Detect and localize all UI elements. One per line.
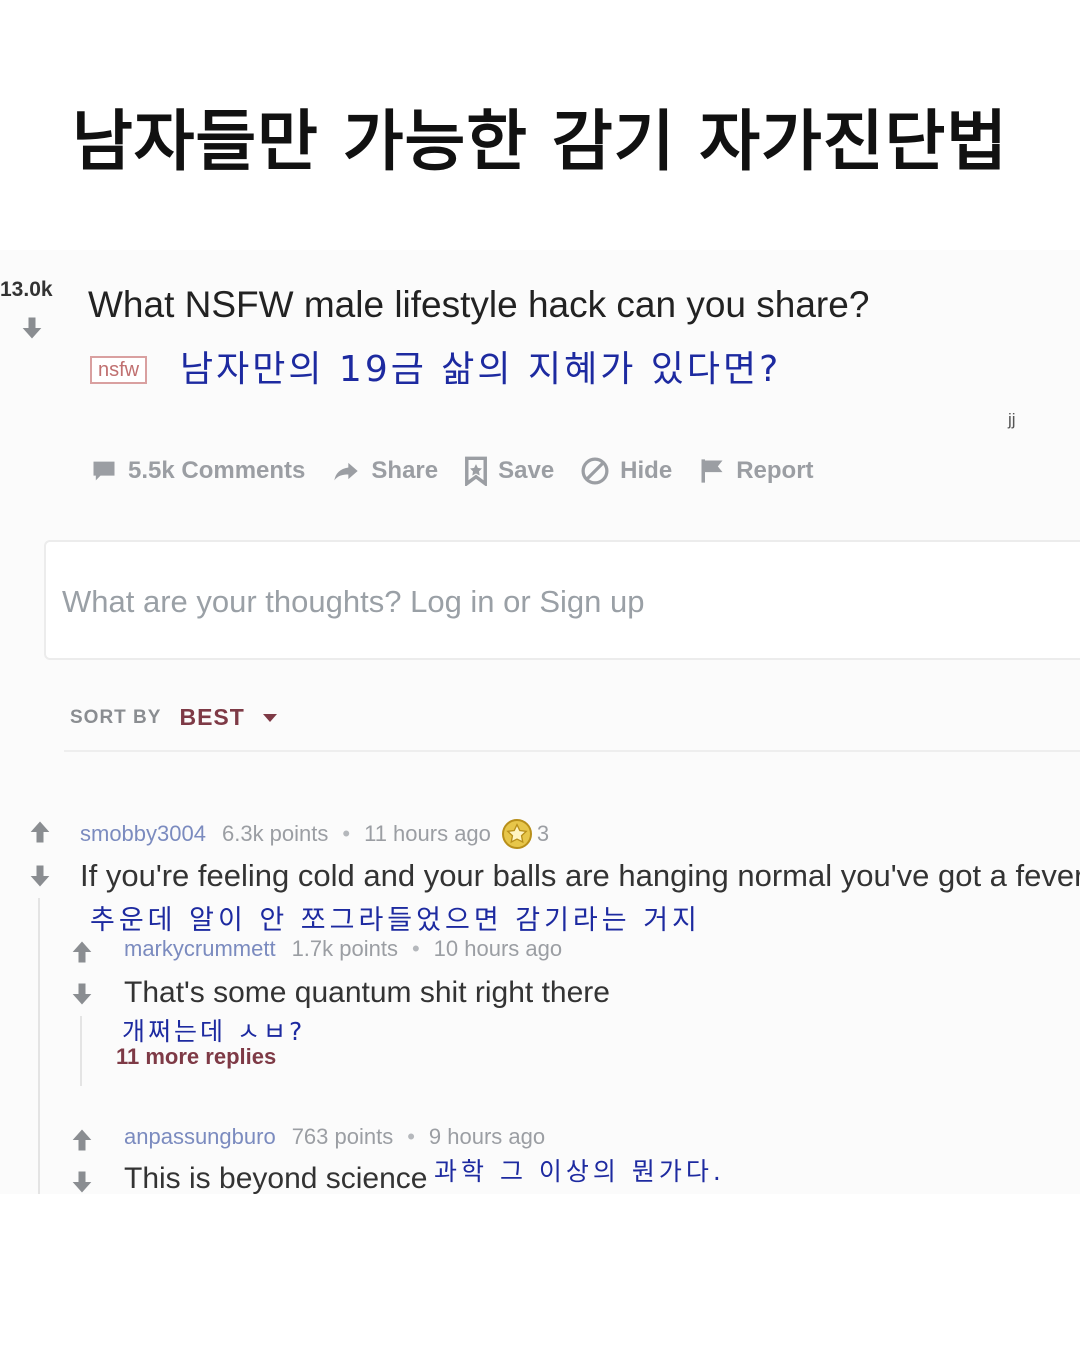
upvote-icon[interactable] xyxy=(68,938,96,966)
downvote-icon[interactable] xyxy=(68,1168,96,1194)
thread-line[interactable] xyxy=(80,1016,82,1086)
separator-dot: • xyxy=(407,1124,415,1149)
save-button[interactable]: Save xyxy=(464,456,554,486)
hide-button[interactable]: Hide xyxy=(580,456,672,486)
reply-text: That's some quantum shit right there xyxy=(124,976,610,1009)
share-icon xyxy=(334,462,359,481)
comment-placeholder: What are your thoughts? Log in or Sign u… xyxy=(62,584,645,619)
sort-bar: SORT BY BEST xyxy=(70,704,279,731)
reply-author[interactable]: markycrummett xyxy=(124,936,276,962)
report-label: Report xyxy=(736,457,814,484)
comment-input[interactable]: What are your thoughts? Log in or Sign u… xyxy=(44,540,1080,660)
downvote-icon[interactable] xyxy=(68,980,96,1008)
reply-time[interactable]: 10 hours ago xyxy=(434,936,562,962)
page-headline: 남자들만 가능한 감기 자가진단법 xyxy=(71,103,1008,180)
downvote-icon[interactable] xyxy=(26,862,54,890)
sort-label: SORT BY xyxy=(70,706,162,728)
flag-icon xyxy=(701,459,723,483)
reply-points: 763 points xyxy=(291,1124,394,1149)
comment-points: 6.3k points xyxy=(221,821,329,846)
reply-meta: markycrummett 1.7k points • 10 hours ago xyxy=(124,936,572,962)
hide-icon xyxy=(581,457,609,485)
post-actions: 5.5k Comments Share Save Hide Report xyxy=(90,456,840,486)
comment-handwritten-translation: 추운데 알이 안 쪼그라들었으면 감기라는 거지 xyxy=(90,905,701,936)
comment-time[interactable]: 11 hours ago xyxy=(364,821,491,847)
chevron-down-icon[interactable] xyxy=(261,712,279,724)
reddit-screenshot: 13.0k What NSFW male lifestyle hack can … xyxy=(0,250,1080,1194)
comments-button[interactable]: 5.5k Comments xyxy=(90,457,305,485)
upvote-icon[interactable] xyxy=(68,1126,96,1154)
reply-author[interactable]: anpassungburo xyxy=(124,1124,276,1150)
reply-handwritten-translation: 개쩌는데 ㅅㅂ? xyxy=(122,1017,306,1046)
downvote-icon[interactable] xyxy=(18,314,46,342)
comment-text: If you're feeling cold and your balls ar… xyxy=(80,858,1080,893)
report-button[interactable]: Report xyxy=(698,457,814,485)
nsfw-tag: nsfw xyxy=(90,356,148,384)
comment-author[interactable]: smobby3004 xyxy=(80,821,206,847)
comment-icon xyxy=(93,461,115,481)
award-icon[interactable] xyxy=(501,818,533,850)
hide-label: Hide xyxy=(620,457,673,484)
post-title[interactable]: What NSFW male lifestyle hack can you sh… xyxy=(88,284,869,326)
separator-dot: • xyxy=(411,936,420,961)
reply-handwritten-translation: 과학 그 이상의 뭔가다. xyxy=(434,1157,725,1186)
reply-time[interactable]: 9 hours ago xyxy=(429,1124,545,1150)
share-button[interactable]: Share xyxy=(331,457,438,485)
upvote-icon[interactable] xyxy=(26,818,54,846)
reply-meta: anpassungburo 763 points • 9 hours ago xyxy=(124,1124,555,1150)
watermark: jj xyxy=(1008,410,1016,429)
share-label: Share xyxy=(371,457,439,484)
divider xyxy=(64,750,1080,752)
sort-dropdown[interactable]: BEST xyxy=(179,704,244,731)
more-replies-link[interactable]: 11 more replies xyxy=(116,1044,276,1070)
post-handwritten-translation: 남자만의 19금 삶의 지혜가 있다면? xyxy=(180,349,782,390)
post-score: 13.0k xyxy=(0,278,53,301)
thread-line[interactable] xyxy=(38,898,40,1194)
bookmark-icon xyxy=(465,456,488,486)
separator-dot: • xyxy=(342,821,351,846)
comments-label: 5.5k Comments xyxy=(128,457,306,484)
save-label: Save xyxy=(498,457,555,484)
reply-text: This is beyond science xyxy=(124,1162,428,1194)
comment-meta: smobby3004 6.3k points • 11 hours ago 3 xyxy=(80,818,559,850)
award-count: 3 xyxy=(536,821,550,846)
reply-points: 1.7k points xyxy=(291,936,398,961)
